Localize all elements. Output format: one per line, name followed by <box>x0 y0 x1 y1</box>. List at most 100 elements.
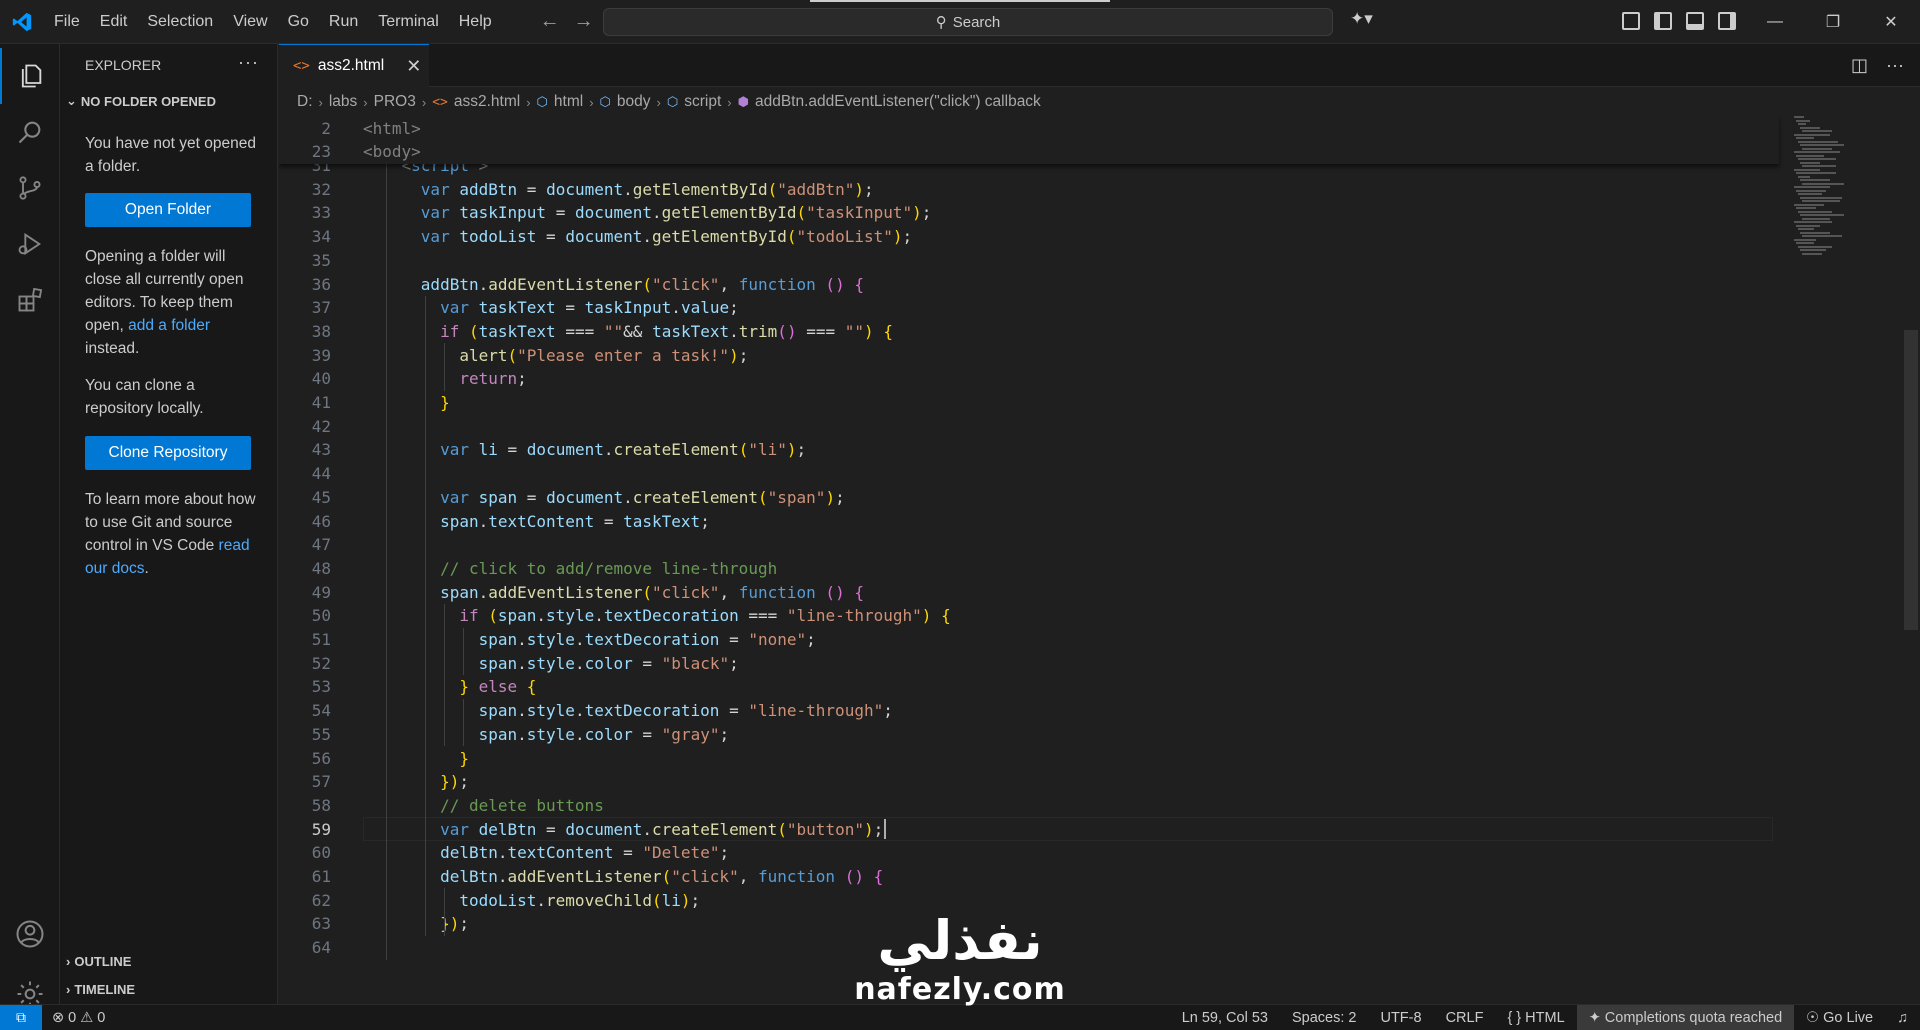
code-text[interactable]: } else { <box>363 677 536 696</box>
code-text[interactable]: var todoList = document.getElementById("… <box>363 227 912 246</box>
accounts-icon[interactable] <box>0 906 60 962</box>
breadcrumb-drive[interactable]: D: <box>297 93 313 111</box>
code-text[interactable]: span.textContent = taskText; <box>363 512 710 531</box>
copilot-icon[interactable]: ✦▾ <box>1350 9 1373 29</box>
code-line[interactable]: 51 span.style.textDecoration = "none"; <box>279 628 1779 652</box>
code-line[interactable]: 33 var taskInput = document.getElementBy… <box>279 201 1779 225</box>
code-line[interactable]: 41 } <box>279 391 1779 415</box>
code-line[interactable]: 39 alert("Please enter a task!"); <box>279 343 1779 367</box>
breadcrumb-script[interactable]: script <box>684 93 721 111</box>
breadcrumb-file[interactable]: ass2.html <box>454 93 520 111</box>
close-window-icon[interactable]: ✕ <box>1862 0 1920 44</box>
code-line[interactable]: 56 } <box>279 746 1779 770</box>
code-text[interactable]: } <box>363 749 469 768</box>
breadcrumb-callback[interactable]: addBtn.addEventListener("click") callbac… <box>755 93 1041 111</box>
code-text[interactable]: var li = document.createElement("li"); <box>363 440 806 459</box>
code-text[interactable]: span.style.textDecoration = "none"; <box>363 630 816 649</box>
code-text[interactable]: addBtn.addEventListener("click", functio… <box>363 275 864 294</box>
tab-ass2-html[interactable]: <> ass2.html ✕ <box>279 44 429 87</box>
code-text[interactable]: var addBtn = document.getElementById("ad… <box>363 180 874 199</box>
code-line[interactable]: 32 var addBtn = document.getElementById(… <box>279 177 1779 201</box>
code-line[interactable]: 38 if (taskText === ""&& taskText.trim()… <box>279 320 1779 344</box>
menu-terminal[interactable]: Terminal <box>368 0 448 44</box>
code-line[interactable]: 60 delBtn.textContent = "Delete"; <box>279 841 1779 865</box>
code-line[interactable]: 59 var delBtn = document.createElement("… <box>279 817 1779 842</box>
command-center-search[interactable]: ⚲ Search <box>603 8 1333 36</box>
code-line[interactable]: 54 span.style.textDecoration = "line-thr… <box>279 699 1779 723</box>
code-line[interactable]: 36 addBtn.addEventListener("click", func… <box>279 272 1779 296</box>
toggle-panel-icon[interactable] <box>1686 12 1704 30</box>
code-line[interactable]: 58 // delete buttons <box>279 794 1779 818</box>
code-line[interactable]: 43 var li = document.createElement("li")… <box>279 438 1779 462</box>
source-control-icon[interactable] <box>0 160 60 216</box>
code-text[interactable]: delBtn.addEventListener("click", functio… <box>363 867 883 886</box>
customize-layout-icon[interactable] <box>1622 12 1640 30</box>
add-folder-link[interactable]: add a folder <box>128 317 210 334</box>
breadcrumb-html[interactable]: html <box>554 93 583 111</box>
copilot-quota[interactable]: ✦ Completions quota reached <box>1576 1005 1795 1030</box>
code-line[interactable]: 46 span.textContent = taskText; <box>279 509 1779 533</box>
toggle-primary-sidebar-icon[interactable] <box>1654 12 1672 30</box>
code-text[interactable]: span.style.color = "gray"; <box>363 725 730 744</box>
language-mode[interactable]: { } HTML <box>1495 1005 1576 1030</box>
code-line[interactable]: 50 if (span.style.textDecoration === "li… <box>279 604 1779 628</box>
sticky-line[interactable]: 2 <html> <box>279 117 1779 141</box>
code-text[interactable]: delBtn.textContent = "Delete"; <box>363 843 729 862</box>
code-line[interactable]: 57 }); <box>279 770 1779 794</box>
editor-scrollbar[interactable] <box>1904 330 1918 630</box>
menu-edit[interactable]: Edit <box>90 0 138 44</box>
split-editor-icon[interactable]: ◫ <box>1851 55 1868 76</box>
encoding[interactable]: UTF-8 <box>1368 1005 1433 1030</box>
cursor-position[interactable]: Ln 59, Col 53 <box>1170 1005 1280 1030</box>
code-line[interactable]: 40 return; <box>279 367 1779 391</box>
code-text[interactable]: todoList.removeChild(li); <box>363 891 700 910</box>
close-tab-icon[interactable]: ✕ <box>406 56 421 77</box>
outline-section-header[interactable]: › OUTLINE <box>66 954 131 969</box>
code-editor[interactable]: 2 <html> 23 <body> 29 <ul id="todoList">… <box>279 116 1920 1004</box>
code-line[interactable]: 45 var span = document.createElement("sp… <box>279 486 1779 510</box>
code-line[interactable]: 34 var todoList = document.getElementByI… <box>279 225 1779 249</box>
extensions-icon[interactable] <box>0 272 60 328</box>
code-text[interactable]: var span = document.createElement("span"… <box>363 488 845 507</box>
code-text[interactable]: var taskText = taskInput.value; <box>363 298 739 317</box>
restore-window-icon[interactable]: ❐ <box>1804 0 1862 44</box>
code-text[interactable]: }); <box>363 914 469 933</box>
indentation[interactable]: Spaces: 2 <box>1280 1005 1369 1030</box>
toggle-secondary-sidebar-icon[interactable] <box>1718 12 1736 30</box>
code-text[interactable]: if (taskText === ""&& taskText.trim() ==… <box>363 322 893 341</box>
code-line[interactable]: 44 <box>279 462 1779 486</box>
menu-help[interactable]: Help <box>449 0 502 44</box>
code-line[interactable]: 61 delBtn.addEventListener("click", func… <box>279 865 1779 889</box>
code-line[interactable]: 35 <box>279 249 1779 273</box>
search-sidebar-icon[interactable] <box>0 104 60 160</box>
code-line[interactable]: 42 <box>279 414 1779 438</box>
run-debug-icon[interactable] <box>0 216 60 272</box>
menu-go[interactable]: Go <box>278 0 319 44</box>
menu-view[interactable]: View <box>223 0 277 44</box>
breadcrumb-labs[interactable]: labs <box>329 93 357 111</box>
breadcrumb-pro3[interactable]: PRO3 <box>374 93 416 111</box>
code-line[interactable]: 55 span.style.color = "gray"; <box>279 723 1779 747</box>
back-arrow-icon[interactable]: ← <box>540 10 560 33</box>
code-line[interactable]: 52 span.style.color = "black"; <box>279 651 1779 675</box>
end-of-line[interactable]: CRLF <box>1434 1005 1496 1030</box>
code-text[interactable]: }); <box>363 772 469 791</box>
remote-indicator-icon[interactable]: ⧉ <box>0 1004 42 1030</box>
code-text[interactable]: var taskInput = document.getElementById(… <box>363 203 932 222</box>
code-line[interactable]: 49 span.addEventListener("click", functi… <box>279 580 1779 604</box>
code-line[interactable]: 53 } else { <box>279 675 1779 699</box>
menu-run[interactable]: Run <box>319 0 368 44</box>
menu-file[interactable]: File <box>44 0 90 44</box>
notifications-bell-icon[interactable]: ♫ <box>1885 1005 1920 1030</box>
code-line[interactable]: 37 var taskText = taskInput.value; <box>279 296 1779 320</box>
code-text[interactable]: span.style.color = "black"; <box>363 654 739 673</box>
sticky-scroll[interactable]: 2 <html> 23 <body> <box>279 116 1779 164</box>
forward-arrow-icon[interactable]: → <box>574 10 594 33</box>
explorer-icon[interactable] <box>0 48 60 104</box>
code-text[interactable]: // delete buttons <box>363 796 604 815</box>
more-editor-actions-icon[interactable]: ··· <box>1886 55 1904 76</box>
more-actions-icon[interactable]: ··· <box>238 52 259 73</box>
timeline-section-header[interactable]: › TIMELINE <box>66 982 135 997</box>
menu-selection[interactable]: Selection <box>137 0 223 44</box>
open-folder-button[interactable]: Open Folder <box>85 193 251 227</box>
